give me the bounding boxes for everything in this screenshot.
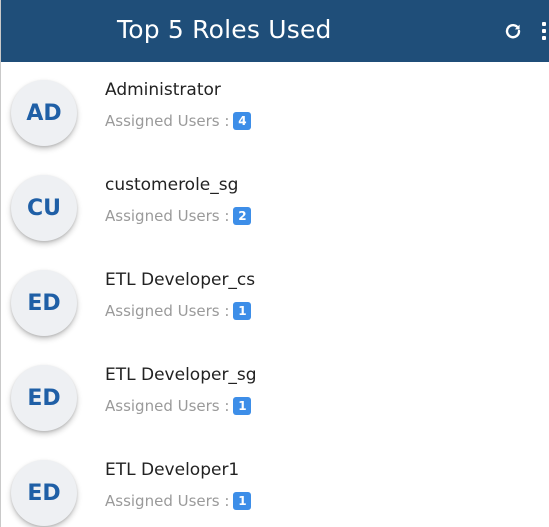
role-name: ETL Developer_cs bbox=[105, 270, 256, 290]
assigned-users: Assigned Users : 1 bbox=[105, 396, 252, 416]
assigned-users-label: Assigned Users : bbox=[105, 207, 230, 225]
role-name: Administrator bbox=[105, 80, 221, 100]
top-roles-widget: Top 5 Roles Used AD Administrator Assign… bbox=[0, 0, 549, 527]
count-badge: 1 bbox=[233, 397, 252, 415]
role-list-item[interactable]: ED ETL Developer_cs Assigned Users : 1 bbox=[1, 252, 549, 347]
avatar: ED bbox=[11, 460, 77, 526]
refresh-icon bbox=[505, 24, 521, 39]
avatar: ED bbox=[11, 365, 77, 431]
more-vertical-icon bbox=[542, 22, 546, 26]
role-name: customerole_sg bbox=[105, 175, 239, 195]
role-list-item[interactable]: ED ETL Developer1 Assigned Users : 1 bbox=[1, 442, 549, 527]
role-name: ETL Developer1 bbox=[105, 460, 240, 480]
role-list-item[interactable]: ED ETL Developer_sg Assigned Users : 1 bbox=[1, 347, 549, 442]
assigned-users-label: Assigned Users : bbox=[105, 112, 230, 130]
widget-title: Top 5 Roles Used bbox=[117, 15, 332, 44]
avatar: ED bbox=[11, 270, 77, 336]
refresh-button[interactable] bbox=[502, 20, 524, 42]
more-options-button[interactable] bbox=[537, 20, 549, 42]
assigned-users-label: Assigned Users : bbox=[105, 302, 230, 320]
assigned-users: Assigned Users : 1 bbox=[105, 491, 252, 511]
count-badge: 1 bbox=[233, 302, 252, 320]
avatar: CU bbox=[11, 175, 77, 241]
widget-header: Top 5 Roles Used bbox=[1, 0, 549, 62]
assigned-users-label: Assigned Users : bbox=[105, 492, 230, 510]
assigned-users: Assigned Users : 1 bbox=[105, 301, 252, 321]
count-badge: 4 bbox=[233, 112, 252, 130]
role-list-item[interactable]: CU customerole_sg Assigned Users : 2 bbox=[1, 157, 549, 252]
count-badge: 1 bbox=[233, 492, 252, 510]
role-name: ETL Developer_sg bbox=[105, 365, 257, 385]
avatar: AD bbox=[11, 80, 77, 146]
assigned-users: Assigned Users : 2 bbox=[105, 206, 252, 226]
roles-list: AD Administrator Assigned Users : 4 CU c… bbox=[1, 62, 549, 527]
assigned-users-label: Assigned Users : bbox=[105, 397, 230, 415]
assigned-users: Assigned Users : 4 bbox=[105, 111, 252, 131]
role-list-item[interactable]: AD Administrator Assigned Users : 4 bbox=[1, 62, 549, 157]
count-badge: 2 bbox=[233, 207, 252, 225]
